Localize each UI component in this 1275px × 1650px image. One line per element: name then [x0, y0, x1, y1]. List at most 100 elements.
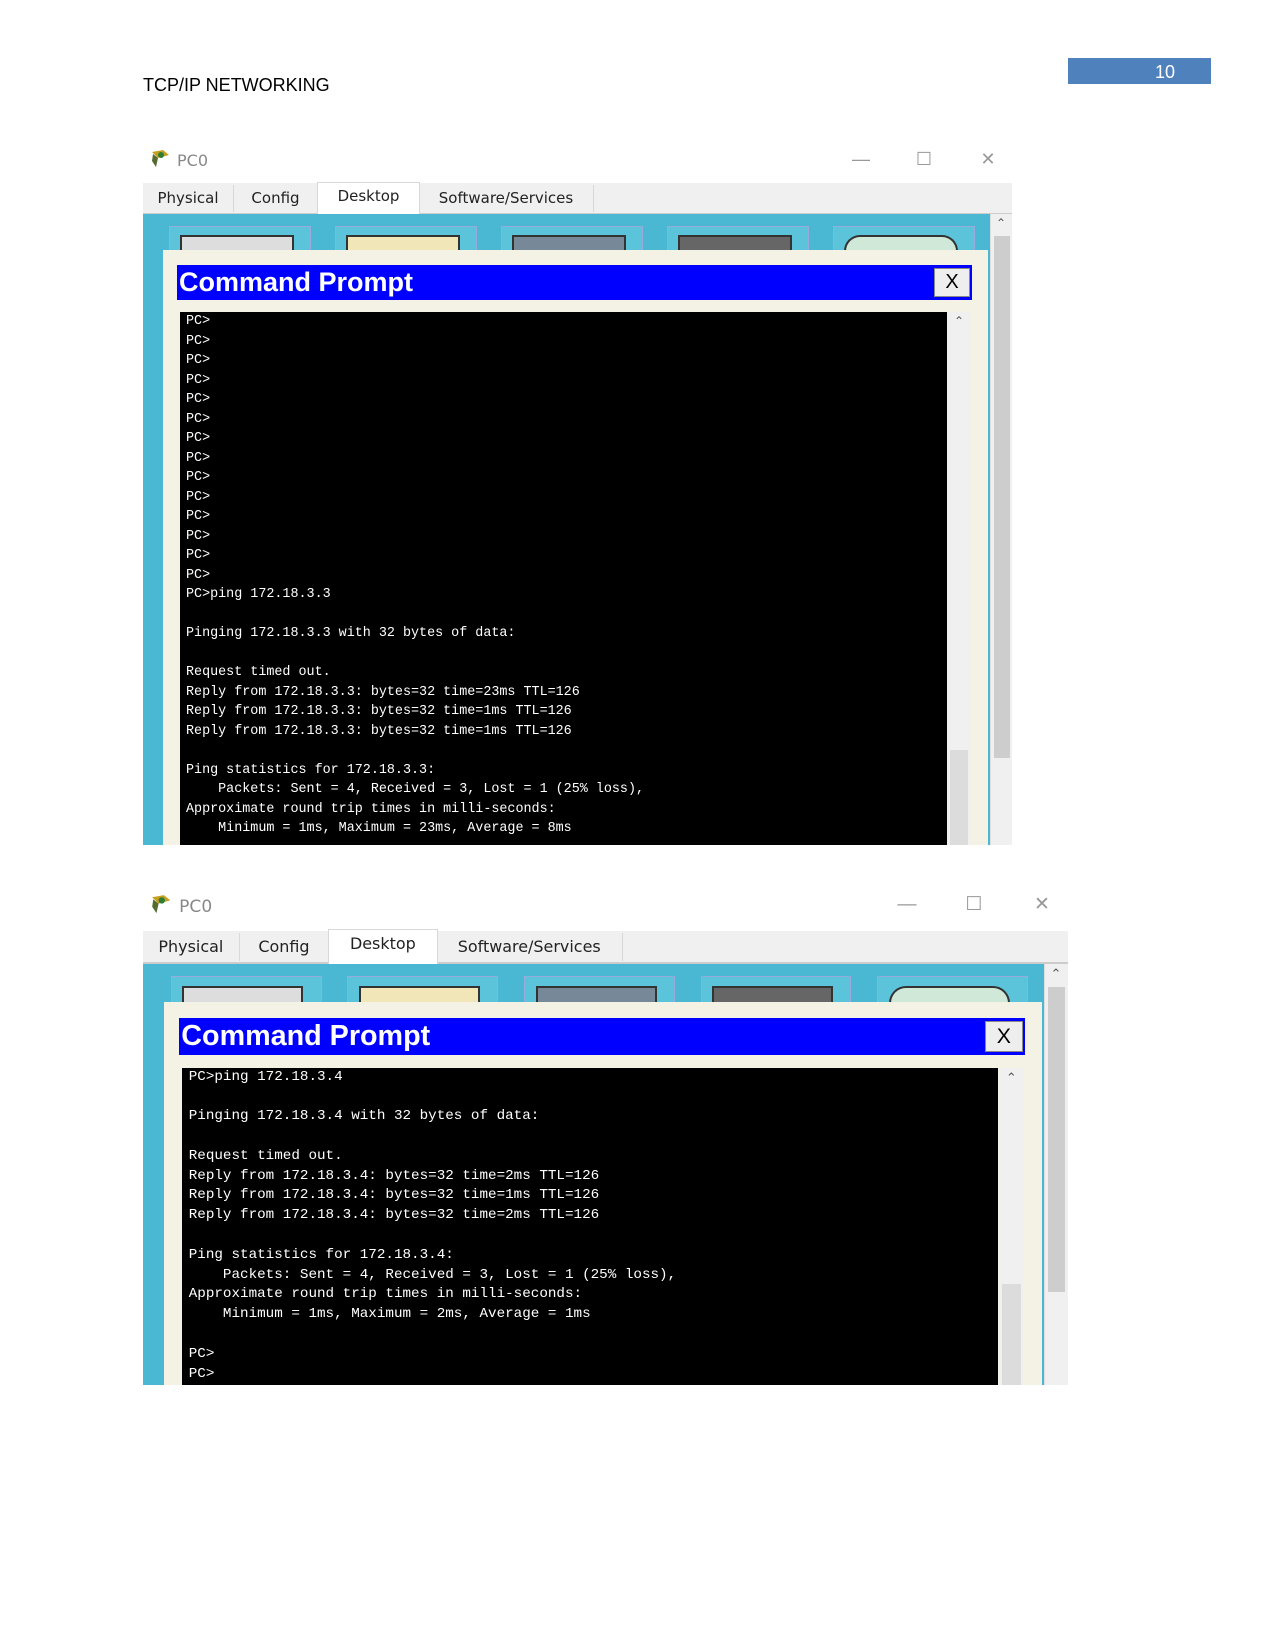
scroll-up-icon[interactable]: ⌃	[996, 216, 1006, 230]
desktop-app-icon[interactable]	[335, 226, 477, 251]
scroll-thumb[interactable]	[1001, 1283, 1021, 1385]
window-scrollbar[interactable]: ⌃	[990, 214, 1012, 845]
window-title: PC0	[177, 151, 208, 170]
close-window-button[interactable]: ✕	[1026, 892, 1058, 918]
tab-physical[interactable]: Physical	[143, 932, 240, 962]
close-window-button[interactable]: ✕	[973, 147, 1003, 171]
screenshot-2: PC0 — ☐ ✕ Physical Config Desktop Softwa…	[143, 888, 1068, 1385]
terminal-line: Minimum = 1ms, Maximum = 23ms, Average =…	[186, 821, 572, 836]
desktop-app-icon[interactable]	[667, 226, 809, 251]
scroll-up-icon[interactable]: ⌃	[1051, 966, 1062, 982]
terminal-line: PC>	[186, 314, 211, 329]
pc-window: PC0 — ☐ ✕ Physical Config Desktop Softwa…	[143, 143, 1012, 845]
close-command-prompt-button[interactable]: X	[934, 268, 970, 297]
tab-physical[interactable]: Physical	[143, 185, 234, 212]
tab-desktop[interactable]: Desktop	[317, 182, 420, 215]
terminal-line: PC>ping 172.18.3.3	[186, 587, 331, 602]
terminal-line: Pinging 172.18.3.3 with 32 bytes of data…	[186, 626, 516, 641]
window-scrollbar[interactable]: ⌃	[1044, 963, 1068, 1385]
desktop-app-icon[interactable]	[523, 976, 675, 1003]
tab-bar: Physical Config Desktop Software/Service…	[143, 182, 1012, 215]
tab-software-services[interactable]: Software/Services	[419, 185, 594, 212]
scroll-thumb[interactable]	[994, 236, 1010, 758]
page-number: 10	[1068, 58, 1211, 84]
pc-window: PC0 — ☐ ✕ Physical Config Desktop Softwa…	[143, 888, 1068, 1385]
terminal-line: Packets: Sent = 4, Received = 3, Lost = …	[186, 782, 645, 797]
terminal-line: PC>	[186, 372, 211, 388]
tab-bar: Physical Config Desktop Software/Service…	[143, 929, 1068, 965]
terminal-line: PC>	[186, 470, 211, 485]
terminal-line: PC>	[186, 567, 211, 583]
scroll-up-icon[interactable]: ⌃	[948, 314, 970, 328]
maximize-button[interactable]: ☐	[909, 147, 939, 171]
minimize-button[interactable]: —	[891, 892, 923, 918]
scroll-thumb[interactable]	[950, 750, 968, 845]
window-titlebar: PC0 — ☐ ✕	[143, 888, 1068, 928]
command-prompt-titlebar: Command Prompt X	[177, 265, 972, 300]
desktop-app-icon[interactable]	[877, 976, 1029, 1003]
window-titlebar: PC0 — ☐ ✕	[143, 143, 1012, 181]
terminal-line: PC>	[188, 1345, 215, 1362]
terminal-line: PC>ping 172.18.3.4	[188, 1068, 343, 1085]
terminal-output[interactable]: PC>ping 172.18.3.4 Pinging 172.18.3.4 wit…	[182, 1067, 999, 1385]
scroll-up-icon[interactable]: ⌃	[1000, 1070, 1023, 1086]
tab-config[interactable]: Config	[234, 185, 318, 212]
scroll-thumb[interactable]	[1048, 986, 1066, 1293]
terminal-line: Reply from 172.18.3.3: bytes=32 time=1ms…	[186, 723, 572, 739]
running-header: TCP/IP NETWORKING	[143, 75, 330, 95]
terminal-line: Minimum = 1ms, Maximum = 2ms, Average = …	[188, 1306, 591, 1323]
close-command-prompt-button[interactable]: X	[984, 1020, 1023, 1052]
terminal-line: Packets: Sent = 4, Received = 3, Lost = …	[188, 1266, 677, 1283]
terminal-line: Request timed out.	[186, 665, 331, 680]
command-prompt-title: Command Prompt	[179, 267, 414, 297]
packet-tracer-pc-icon	[152, 150, 169, 167]
desktop-app-icon[interactable]	[700, 976, 852, 1003]
terminal-line: Reply from 172.18.3.3: bytes=32 time=23m…	[186, 684, 580, 700]
terminal-line: PC>	[186, 353, 211, 368]
terminal-scrollbar[interactable]: ⌃	[999, 1067, 1023, 1385]
desktop-area: Command Prompt X PC> PC> PC> PC> PC> PC> PC> PC…	[143, 214, 990, 845]
command-prompt-panel: Command Prompt X PC> PC> PC> PC> PC> PC> PC> PC…	[163, 250, 988, 845]
terminal-scrollbar[interactable]: ⌃	[948, 312, 970, 845]
terminal-line: PC>	[186, 392, 211, 407]
terminal-line: PC>	[186, 509, 211, 524]
desktop-area: Command Prompt X PC>ping 172.18.3.4 Pingi…	[143, 963, 1045, 1385]
terminal-line: PC>	[186, 528, 211, 544]
desktop-app-icon[interactable]	[169, 226, 311, 251]
command-prompt-panel: Command Prompt X PC>ping 172.18.3.4 Pingi…	[164, 1001, 1043, 1385]
command-prompt-title: Command Prompt	[181, 1019, 431, 1052]
tab-software-services[interactable]: Software/Services	[437, 932, 623, 962]
terminal-line: Reply from 172.18.3.3: bytes=32 time=1ms…	[186, 704, 572, 719]
terminal-line: Reply from 172.18.3.4: bytes=32 time=2ms…	[188, 1167, 600, 1184]
packet-tracer-pc-icon	[152, 895, 171, 914]
terminal-line: PC>	[186, 450, 211, 466]
terminal-line: PC>	[186, 548, 211, 563]
terminal-line: PC>	[186, 489, 211, 505]
terminal-line: Reply from 172.18.3.4: bytes=32 time=2ms…	[188, 1207, 600, 1224]
tab-config[interactable]: Config	[240, 932, 330, 962]
terminal-line: PC>	[186, 411, 211, 427]
terminal-line: Ping statistics for 172.18.3.4:	[188, 1246, 454, 1263]
desktop-app-icon[interactable]	[833, 226, 975, 251]
command-prompt-titlebar: Command Prompt X	[179, 1017, 1026, 1056]
desktop-app-icon[interactable]	[347, 976, 499, 1003]
tab-desktop[interactable]: Desktop	[328, 929, 438, 965]
screenshot-1: PC0 — ☐ ✕ Physical Config Desktop Softwa…	[143, 143, 1012, 845]
terminal-line: Ping statistics for 172.18.3.3:	[186, 762, 436, 778]
terminal-output[interactable]: PC> PC> PC> PC> PC> PC> PC> PC> PC> PC> PC> PC> PC> P…	[180, 312, 947, 845]
terminal-line: Request timed out.	[188, 1147, 343, 1164]
terminal-line: PC>	[186, 333, 211, 349]
desktop-app-icon[interactable]	[501, 226, 643, 251]
minimize-button[interactable]: —	[846, 147, 876, 171]
terminal-line: PC>	[186, 431, 211, 446]
desktop-app-icon[interactable]	[170, 976, 322, 1003]
terminal-line: Pinging 172.18.3.4 with 32 bytes of data…	[188, 1108, 540, 1125]
maximize-button[interactable]: ☐	[958, 892, 990, 918]
